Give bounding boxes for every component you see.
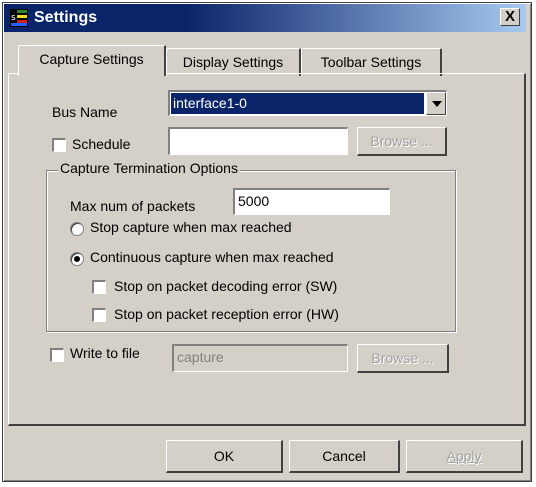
cancel-button[interactable]: Cancel bbox=[289, 440, 400, 473]
tab-display-settings[interactable]: Display Settings bbox=[166, 48, 301, 76]
tab-toolbar-settings[interactable]: Toolbar Settings bbox=[301, 48, 442, 76]
apply-label: Apply bbox=[446, 448, 482, 464]
tab-capture-settings[interactable]: Capture Settings bbox=[18, 45, 166, 76]
tab-label: Display Settings bbox=[182, 54, 284, 70]
title-bar[interactable]: s Settings X bbox=[4, 4, 526, 32]
close-button[interactable]: X bbox=[500, 8, 520, 26]
window-title: Settings bbox=[34, 9, 98, 26]
close-icon: X bbox=[504, 8, 515, 25]
apply-button[interactable]: Apply bbox=[406, 440, 523, 473]
tab-panel bbox=[8, 73, 526, 426]
tab-label: Toolbar Settings bbox=[320, 54, 422, 70]
svg-text:s: s bbox=[11, 13, 16, 23]
ok-button[interactable]: OK bbox=[166, 440, 283, 473]
app-icon: s bbox=[10, 9, 28, 27]
tab-label: Capture Settings bbox=[39, 51, 144, 67]
